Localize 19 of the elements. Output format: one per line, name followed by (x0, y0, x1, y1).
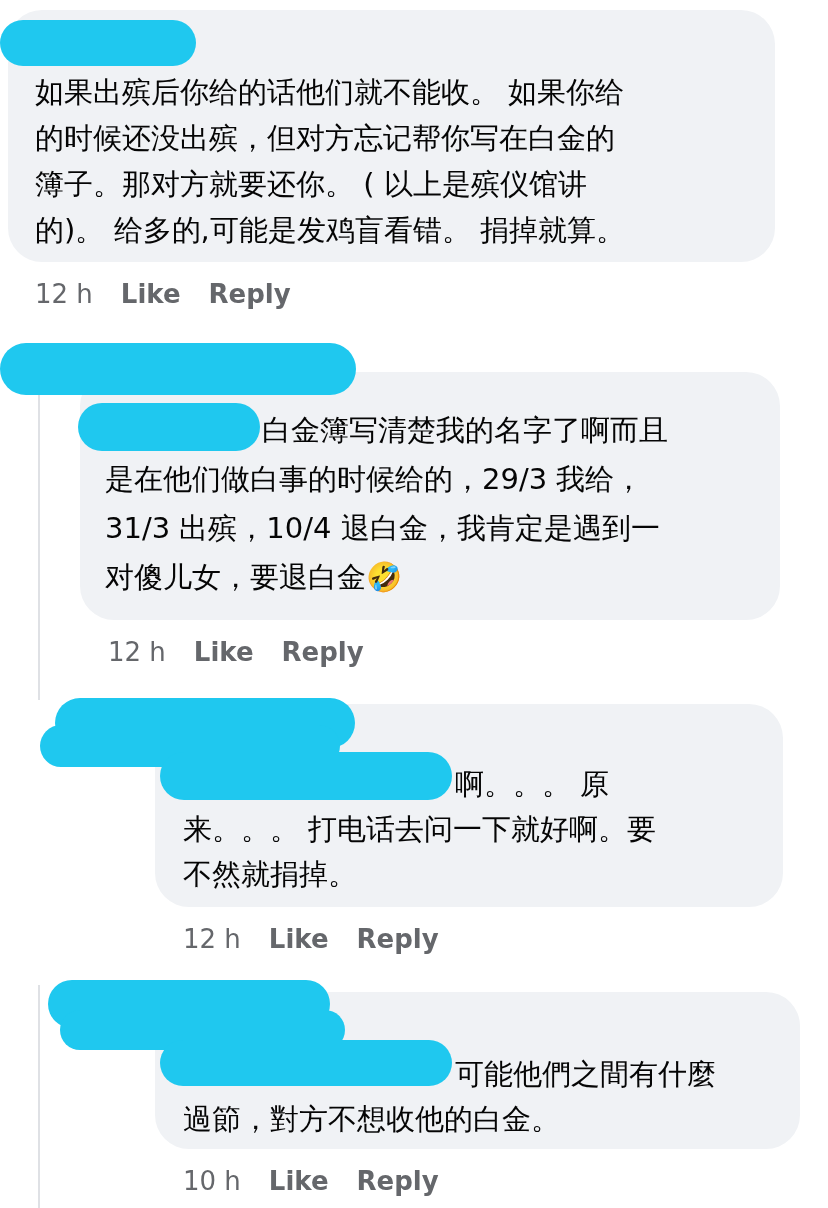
like-link[interactable]: Like (268, 1161, 329, 1201)
comment-text: 可能他們之間有什麼 (455, 1056, 716, 1093)
like-link[interactable]: Like (193, 632, 254, 672)
comment-text: 是在他们做白事的时候给的，29/3 我给， 31/3 出殡，10/4 退白金，我肯定是遇到一 对傻儿女，要退白金🤣 (105, 461, 660, 596)
comment-text: 過節，對方不想收他的白金。 (183, 1101, 560, 1138)
like-link[interactable]: Like (120, 274, 181, 314)
comment-text: 白金簿写清楚我的名字了啊而且 (262, 412, 668, 449)
reply-link[interactable]: Reply (281, 632, 364, 672)
comment-text: 来。。。 打电话去问一下就好啊。要 不然就捐掉。 (183, 811, 657, 893)
timestamp: 12 h (108, 635, 166, 669)
timestamp: 12 h (35, 277, 93, 311)
reply-link[interactable]: Reply (208, 274, 291, 314)
like-link[interactable]: Like (268, 919, 329, 959)
reply-link[interactable]: Reply (356, 1161, 439, 1201)
comment-text: 如果出殡后你给的话他们就不能收。 如果你给 的时候还没出殡，但对方忘记帮你写在白金的 簿子。那对方就要还你。 ( 以上是殡仪馆讲 的)。 给多的,可能是发鸡盲看错。 捐掉就算。 (35, 74, 625, 249)
timestamp: 10 h (183, 1164, 241, 1198)
timestamp: 12 h (183, 922, 241, 956)
reply-link[interactable]: Reply (356, 919, 439, 959)
comment-text: 啊。。。 原 (455, 766, 610, 803)
